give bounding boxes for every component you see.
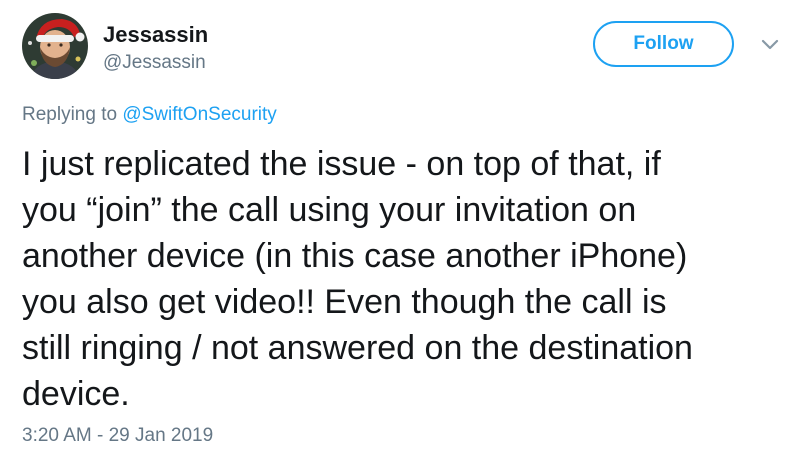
tweet-text-line: still ringing / not answered on the dest… — [22, 329, 693, 367]
tweet-text: I just replicated the issue - on top of … — [22, 141, 792, 417]
profile-photo-icon — [22, 13, 88, 79]
chevron-down-icon[interactable] — [760, 38, 780, 52]
replying-to-label: Replying to — [22, 104, 123, 125]
tweet-card: Jessassin @Jessassin Follow Replying to … — [0, 0, 800, 460]
author-handle[interactable]: @Jessassin — [103, 52, 206, 74]
replying-to: Replying to @SwiftOnSecurity — [22, 104, 277, 126]
tweet-text-line: another device (in this case another iPh… — [22, 237, 688, 275]
avatar[interactable] — [22, 13, 88, 79]
author-display-name[interactable]: Jessassin — [103, 22, 208, 48]
tweet-timestamp[interactable]: 3:20 AM - 29 Jan 2019 — [22, 425, 213, 447]
tweet-text-line: you also get video!! Even though the cal… — [22, 283, 667, 321]
tweet-text-line: I just replicated the issue - on top of … — [22, 145, 661, 183]
tweet-text-line: you “join” the call using your invitatio… — [22, 191, 637, 229]
follow-button[interactable]: Follow — [593, 21, 734, 67]
reply-to-handle-link[interactable]: @SwiftOnSecurity — [122, 104, 276, 125]
tweet-text-line: device. — [22, 375, 130, 413]
